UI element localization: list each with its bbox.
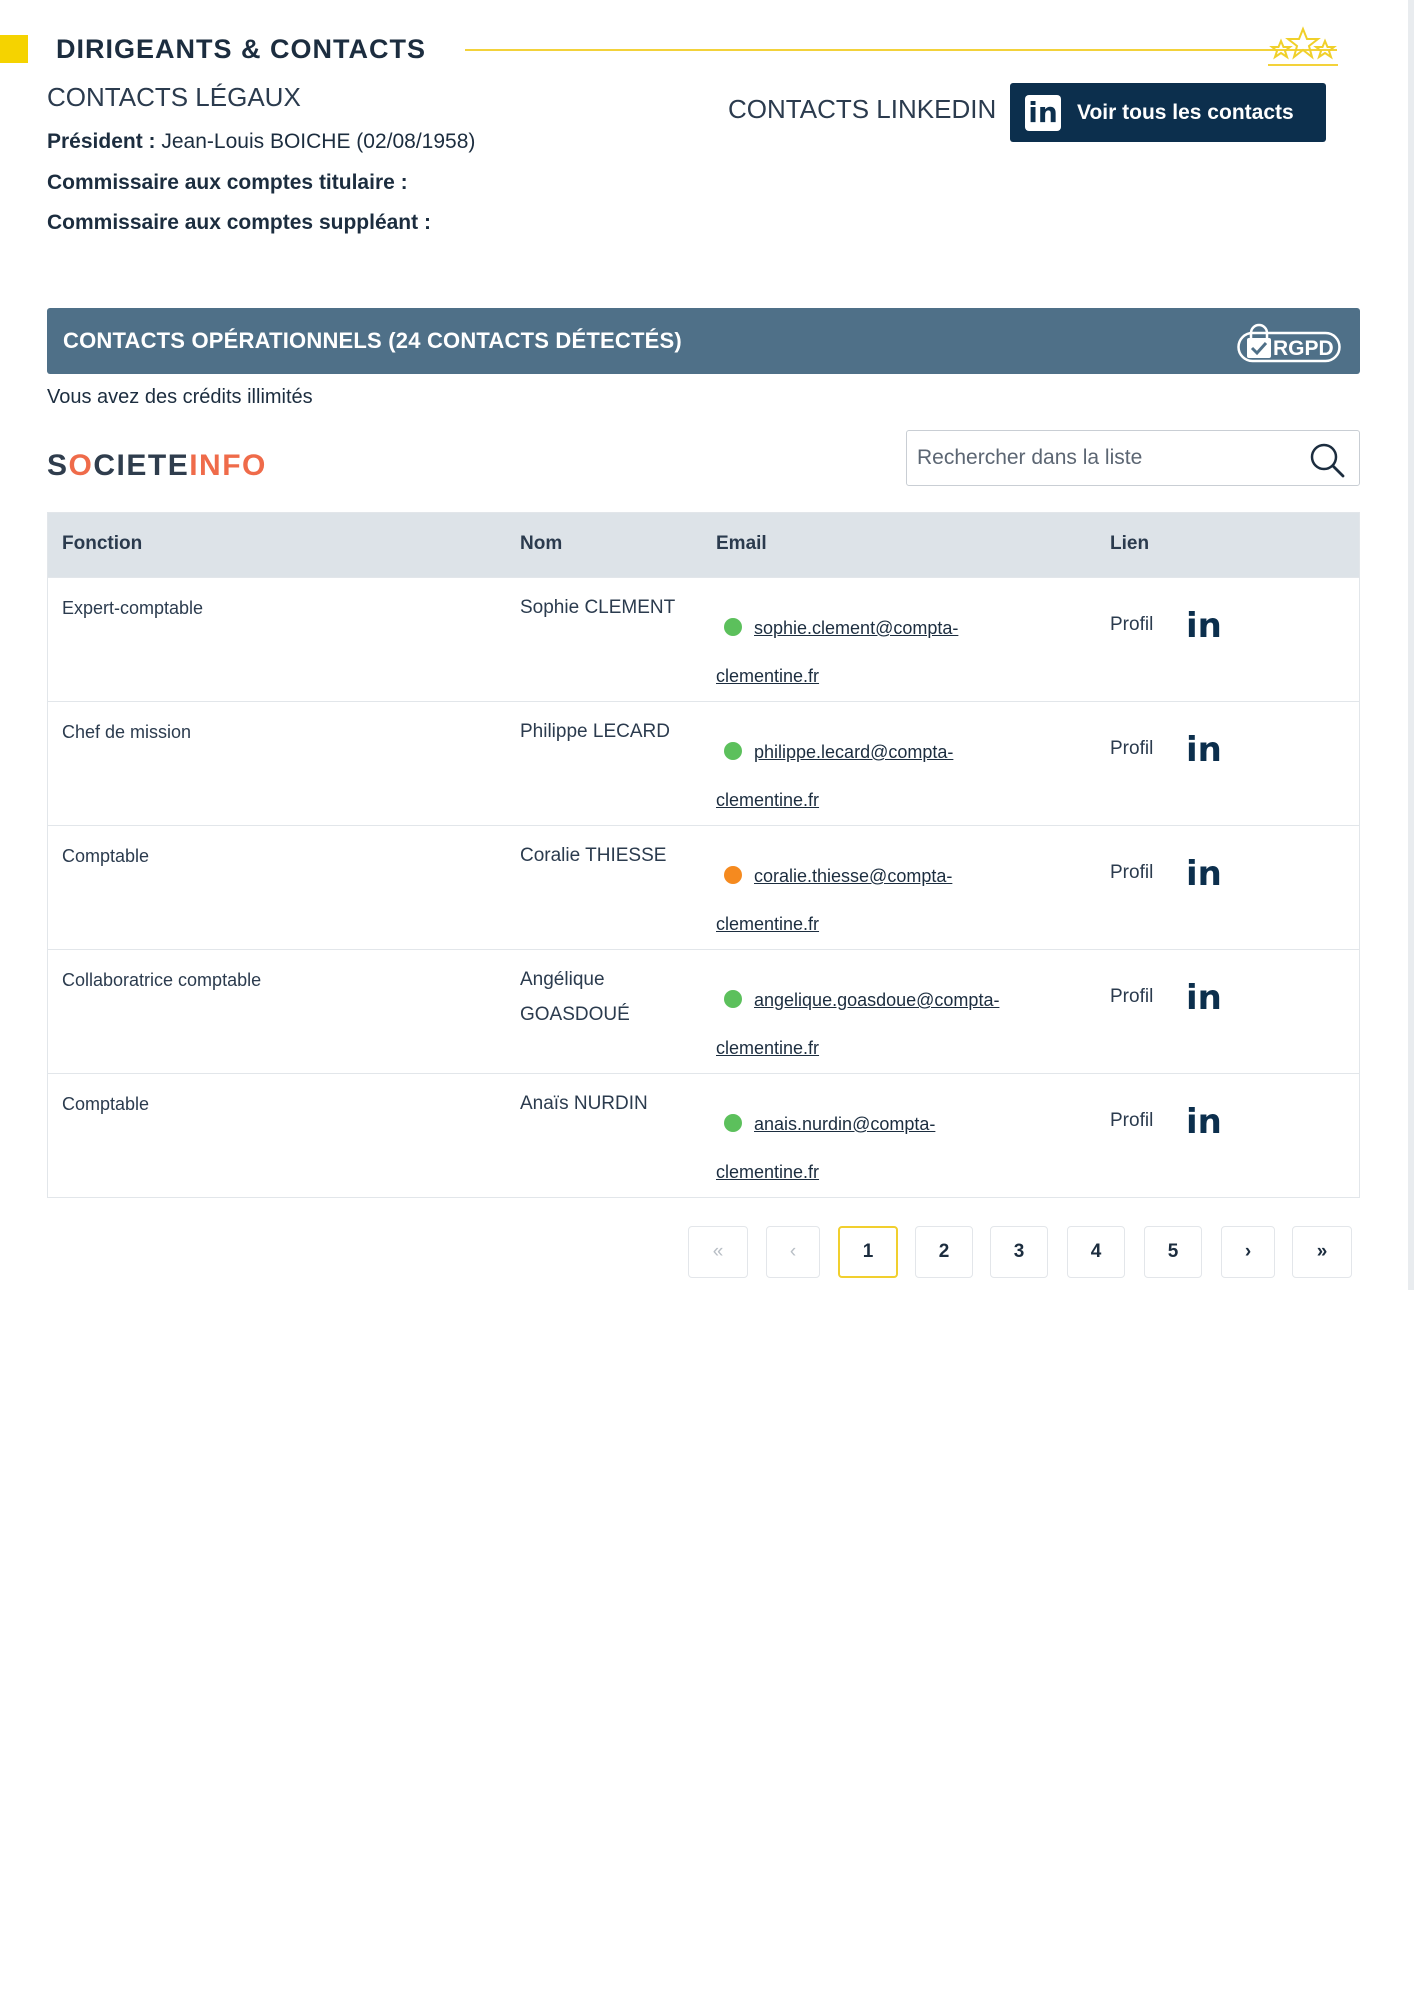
table-row: Collaboratrice comptable Angélique GOASD… bbox=[48, 949, 1359, 1073]
linkedin-icon[interactable]: in bbox=[1186, 854, 1222, 894]
table-header: Fonction Nom Email Lien bbox=[48, 513, 1359, 577]
cell-fonction: Comptable bbox=[62, 846, 150, 866]
president-label: Président : bbox=[47, 130, 156, 153]
email-part-2: clementine.fr bbox=[716, 790, 820, 810]
header-email[interactable]: Email bbox=[716, 533, 767, 555]
president-value: Jean-Louis BOICHE (02/08/1958) bbox=[161, 130, 476, 153]
page-2-button[interactable]: 2 bbox=[915, 1226, 973, 1278]
email-part-1: sophie.clement@compta- bbox=[754, 618, 959, 638]
cell-nom: Anaïs NURDIN bbox=[520, 1093, 648, 1114]
search-icon[interactable] bbox=[1307, 440, 1347, 480]
section-marker bbox=[0, 35, 28, 63]
email-status-dot-icon bbox=[724, 1114, 742, 1132]
brand-o-glyph-1: O bbox=[68, 449, 94, 482]
page-1-button[interactable]: 1 bbox=[838, 1226, 898, 1278]
page-last-button[interactable]: » bbox=[1292, 1226, 1352, 1278]
email-part-1: philippe.lecard@compta- bbox=[754, 742, 954, 762]
email-link[interactable]: sophie.clement@compta-clementine.fr bbox=[716, 618, 958, 686]
cell-fonction: Collaboratrice comptable bbox=[62, 970, 262, 990]
profile-link[interactable]: Profil bbox=[1110, 738, 1153, 760]
linkedin-icon[interactable]: in bbox=[1186, 1102, 1222, 1142]
cell-nom: Sophie CLEMENT bbox=[520, 597, 676, 618]
email-part-2: clementine.fr bbox=[716, 666, 820, 686]
rgpd-badge-label: RGPD bbox=[1273, 337, 1334, 360]
page-next-button[interactable]: › bbox=[1221, 1226, 1275, 1278]
linkedin-icon[interactable]: in bbox=[1186, 730, 1222, 770]
brand-o-glyph-2: O bbox=[242, 449, 267, 482]
cell-nom: Coralie THIESSE bbox=[520, 845, 667, 866]
search-box bbox=[906, 430, 1360, 486]
cell-fonction: Chef de mission bbox=[62, 722, 192, 742]
page-4-button[interactable]: 4 bbox=[1067, 1226, 1125, 1278]
page-first-button[interactable]: « bbox=[688, 1226, 748, 1278]
president-line: Président : Jean-Louis BOICHE (02/08/195… bbox=[47, 130, 475, 154]
linkedin-icon[interactable]: in bbox=[1186, 606, 1222, 646]
header-fonction[interactable]: Fonction bbox=[62, 533, 142, 555]
section-header: DIRIGEANTS & CONTACTS bbox=[0, 26, 1345, 70]
linkedin-contacts-title: CONTACTS LINKEDIN bbox=[728, 94, 997, 124]
cell-email: philippe.lecard@compta-clementine.fr bbox=[716, 728, 1076, 824]
email-link[interactable]: philippe.lecard@compta-clementine.fr bbox=[716, 742, 953, 810]
cell-email: sophie.clement@compta-clementine.fr bbox=[716, 604, 1076, 700]
contacts-table: Fonction Nom Email Lien Expert-comptable… bbox=[47, 512, 1360, 1198]
email-part-1: anais.nurdin@compta- bbox=[754, 1114, 936, 1134]
table-row: Comptable Coralie THIESSE coralie.thiess… bbox=[48, 825, 1359, 949]
auditor-titular-line: Commissaire aux comptes titulaire : bbox=[47, 171, 408, 195]
cell-nom: Philippe LECARD bbox=[520, 721, 670, 742]
header-nom[interactable]: Nom bbox=[520, 533, 562, 555]
email-part-1: angelique.goasdoue@compta- bbox=[754, 990, 1000, 1010]
title-divider bbox=[465, 49, 1337, 51]
profile-link[interactable]: Profil bbox=[1110, 1110, 1153, 1132]
email-link[interactable]: angelique.goasdoue@compta-clementine.fr bbox=[716, 990, 999, 1058]
operational-contacts-title: CONTACTS OPÉRATIONNELS (24 CONTACTS DÉTE… bbox=[63, 328, 682, 353]
cell-fonction: Expert-comptable bbox=[62, 598, 204, 618]
linkedin-icon: in bbox=[1025, 94, 1061, 131]
email-link[interactable]: coralie.thiesse@compta-clementine.fr bbox=[716, 866, 952, 934]
credits-notice: Vous avez des crédits illimités bbox=[47, 386, 313, 408]
page-3-button[interactable]: 3 bbox=[990, 1226, 1048, 1278]
auditor-substitute-label: Commissaire aux comptes suppléant : bbox=[47, 211, 431, 234]
email-part-1: coralie.thiesse@compta- bbox=[754, 866, 953, 886]
page-prev-button[interactable]: ‹ bbox=[766, 1226, 820, 1278]
cell-email: angelique.goasdoue@compta-clementine.fr bbox=[716, 976, 1076, 1072]
search-input[interactable] bbox=[907, 431, 1297, 485]
brand-text-1: S bbox=[47, 449, 69, 482]
view-all-contacts-label: Voir tous les contacts bbox=[1077, 100, 1294, 124]
table-row: Expert-comptable Sophie CLEMENT sophie.c… bbox=[48, 577, 1359, 701]
email-status-dot-icon bbox=[724, 618, 742, 636]
societeinfo-logo: SOCIETEINFO bbox=[47, 449, 267, 483]
email-part-2: clementine.fr bbox=[716, 914, 820, 934]
email-part-2: clementine.fr bbox=[716, 1038, 820, 1058]
auditor-titular-label: Commissaire aux comptes titulaire : bbox=[47, 171, 408, 194]
auditor-substitute-line: Commissaire aux comptes suppléant : bbox=[47, 211, 431, 235]
rgpd-badge-icon: RGPD bbox=[1237, 323, 1341, 363]
cell-fonction: Comptable bbox=[62, 1094, 150, 1114]
profile-link[interactable]: Profil bbox=[1110, 614, 1153, 636]
brand-text-2: CIETE bbox=[93, 449, 190, 482]
header-lien[interactable]: Lien bbox=[1110, 533, 1149, 555]
page-scrollbar[interactable] bbox=[1408, 0, 1414, 1290]
email-status-dot-icon bbox=[724, 742, 742, 760]
section-title: DIRIGEANTS & CONTACTS bbox=[56, 34, 426, 64]
cell-email: coralie.thiesse@compta-clementine.fr bbox=[716, 852, 1076, 948]
page-5-button[interactable]: 5 bbox=[1144, 1226, 1202, 1278]
linkedin-logo-text: in bbox=[1028, 95, 1058, 129]
legal-contacts-title: CONTACTS LÉGAUX bbox=[47, 82, 301, 112]
table-row: Comptable Anaïs NURDIN anais.nurdin@comp… bbox=[48, 1073, 1359, 1197]
email-status-dot-icon bbox=[724, 990, 742, 1008]
email-status-dot-icon bbox=[724, 866, 742, 884]
cell-email: anais.nurdin@compta-clementine.fr bbox=[716, 1100, 1076, 1196]
profile-link[interactable]: Profil bbox=[1110, 986, 1153, 1008]
email-link[interactable]: anais.nurdin@compta-clementine.fr bbox=[716, 1114, 935, 1182]
operational-contacts-header: CONTACTS OPÉRATIONNELS (24 CONTACTS DÉTE… bbox=[47, 308, 1360, 374]
brand-text-accent: INF bbox=[189, 449, 243, 482]
view-all-contacts-button[interactable]: in Voir tous les contacts bbox=[1010, 83, 1326, 142]
email-part-2: clementine.fr bbox=[716, 1162, 820, 1182]
profile-link[interactable]: Profil bbox=[1110, 862, 1153, 884]
cell-nom: Angélique GOASDOUÉ bbox=[520, 969, 630, 1025]
linkedin-icon[interactable]: in bbox=[1186, 978, 1222, 1018]
stars-icon bbox=[1268, 26, 1338, 66]
table-row: Chef de mission Philippe LECARD philippe… bbox=[48, 701, 1359, 825]
